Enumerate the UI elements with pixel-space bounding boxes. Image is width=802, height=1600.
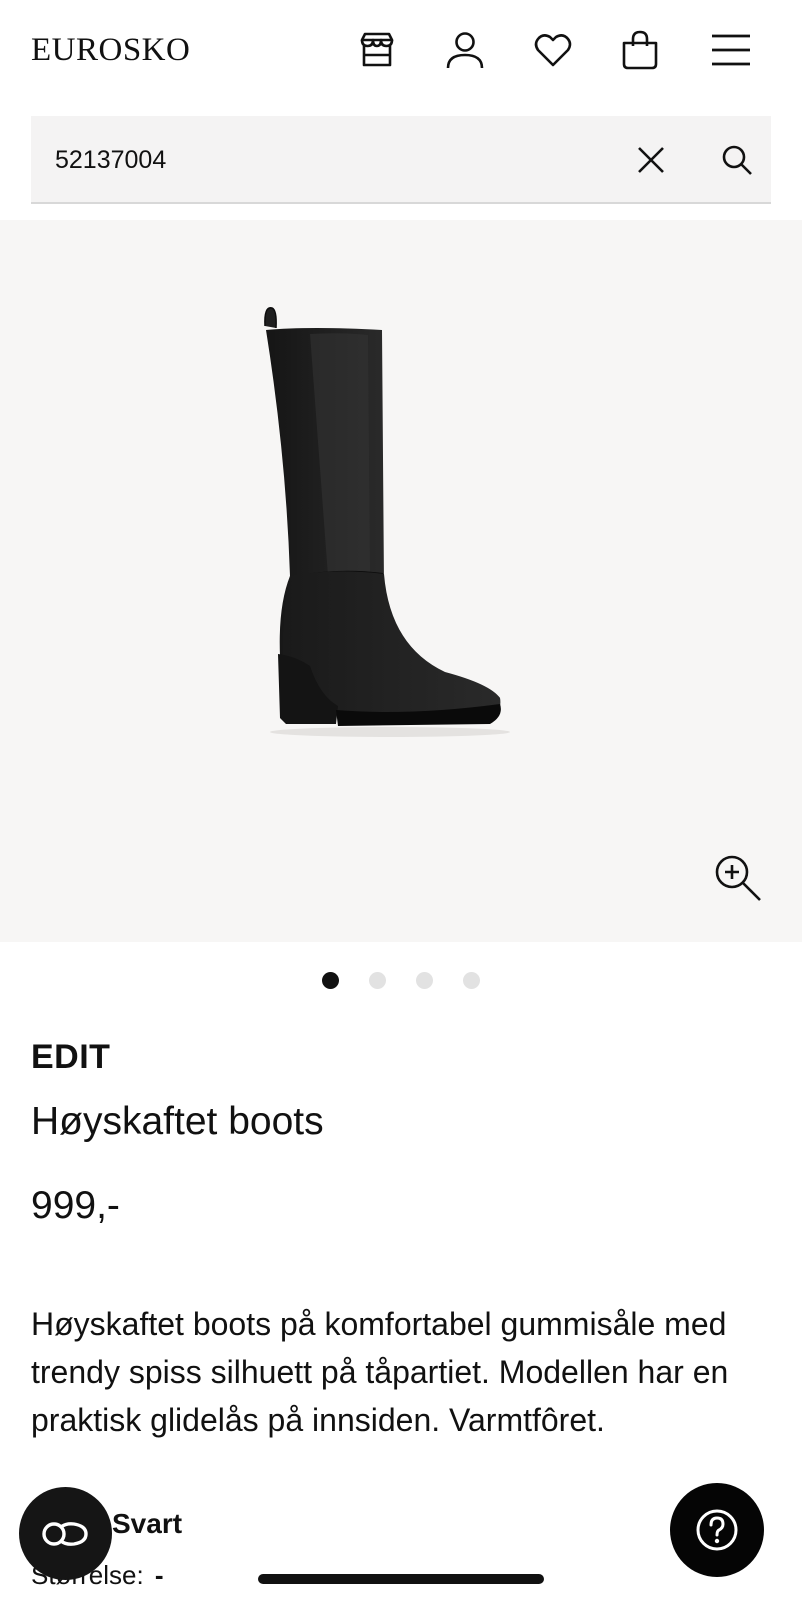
home-indicator: [258, 1574, 544, 1584]
product-image-gallery[interactable]: [0, 220, 802, 942]
zoom-button[interactable]: [712, 852, 764, 904]
product-title: Høyskaftet boots: [31, 1100, 324, 1143]
search-bar: [31, 116, 771, 204]
size-value: -: [154, 1560, 164, 1590]
clear-search-button[interactable]: [629, 138, 673, 182]
search-button[interactable]: [715, 138, 759, 182]
gallery-pagination: [0, 972, 802, 992]
search-input[interactable]: [55, 116, 615, 204]
gallery-dot-2[interactable]: [369, 972, 386, 989]
menu-icon[interactable]: [707, 26, 755, 74]
product-brand[interactable]: EDIT: [31, 1038, 110, 1077]
site-header: EUROSKO: [0, 0, 802, 104]
store-icon[interactable]: [353, 26, 401, 74]
infinity-icon: [41, 1521, 88, 1546]
eurosko-logo[interactable]: EUROSKO: [31, 30, 190, 70]
cart-icon[interactable]: [616, 26, 664, 74]
product-image-black-knee-high-boot[interactable]: [250, 306, 530, 756]
loop-widget-button[interactable]: [19, 1487, 112, 1580]
search-icon: [722, 145, 752, 175]
product-price: 999,-: [31, 1184, 120, 1227]
help-button[interactable]: [670, 1483, 764, 1577]
product-description: Høyskaftet boots på komfortabel gummisål…: [31, 1306, 729, 1438]
gallery-dot-3[interactable]: [416, 972, 433, 989]
help-icon: [696, 1509, 738, 1551]
gallery-dot-4[interactable]: [463, 972, 480, 989]
wishlist-icon[interactable]: [529, 26, 577, 74]
gallery-dot-1[interactable]: [322, 972, 339, 989]
close-icon: [638, 147, 664, 173]
account-icon[interactable]: [441, 26, 489, 74]
color-value: Svart: [112, 1508, 183, 1539]
zoom-in-icon: [715, 855, 761, 901]
